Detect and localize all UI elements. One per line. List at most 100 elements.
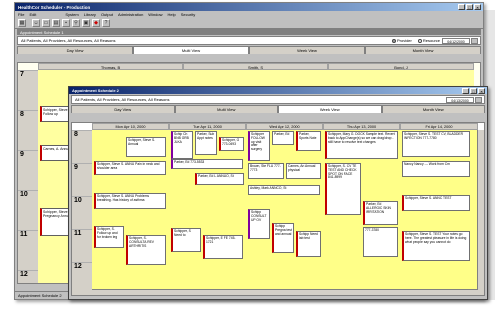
date-field[interactable]: 04/12/2000 (442, 38, 470, 44)
appointment-block[interactable]: Schipp Pregna test and annual (272, 223, 294, 253)
schedule-1-filter[interactable]: All Patients, All Providers, All Resourc… (17, 36, 481, 45)
hour-label: 10 (20, 191, 28, 198)
appointment-block[interactable]: Ashley, Mark ANNCO, St (248, 185, 320, 195)
provider-header: Bond, J (328, 63, 474, 70)
time-column: 8 9 10 11 12 (72, 130, 93, 295)
resource-option[interactable]: Resource (417, 38, 440, 43)
tab-day-view[interactable]: Day View (71, 105, 175, 113)
appointment-block[interactable]: Schipper, Steve S. TEST Your notes go he… (402, 231, 470, 261)
menu-library[interactable]: Library (84, 12, 96, 17)
tab-multi-view[interactable]: Multi View (133, 46, 249, 54)
window-controls: _ □ × (458, 4, 481, 10)
appointment-block[interactable]: Schipper, G 773-0493 (219, 137, 244, 151)
schedule-icon[interactable]: ▣ (82, 19, 90, 27)
hour-label: 12 (20, 271, 28, 278)
appointment-block[interactable]: Schip Ch BNB GRB JLKA (171, 131, 193, 159)
day-header[interactable]: Tue Apr 11, 2000 (169, 123, 246, 130)
appointment-block[interactable]: Schipper, Steve S. ANNC TEST (402, 195, 470, 211)
open-icon[interactable]: ▭ (42, 19, 50, 27)
provider-option[interactable]: Provider (391, 38, 412, 43)
time-column: 7 8 9 10 11 12 (18, 70, 39, 283)
find-icon[interactable]: ⚲ (72, 19, 80, 27)
tab-week-view[interactable]: Week View (249, 46, 365, 54)
menu-security[interactable]: Security (181, 12, 195, 17)
appointment-block[interactable]: Parker, Ed L ANNUO, St (195, 173, 244, 185)
tab-multi-view[interactable]: Multi View (174, 105, 278, 113)
provider-label: Provider (396, 38, 412, 43)
appointment-block[interactable]: Schipper, S. Follow up and for broken le… (94, 226, 124, 248)
menu-window[interactable]: Window (148, 12, 162, 17)
appointment-block[interactable]: Schipper, S. CV TE TEST AND CHECK SPOT O… (325, 163, 361, 215)
menu-output[interactable]: Output (101, 12, 113, 17)
schedule-2-title: Appointment Schedule 2 (72, 88, 119, 93)
menu-administration[interactable]: Administration (118, 12, 143, 17)
appointment-block[interactable]: Brown, Ste FLU 777-7773 (248, 163, 284, 179)
tab-month-view[interactable]: Month View (381, 105, 485, 113)
appointment-block[interactable]: Schipper, S Need to (171, 228, 201, 252)
maximize-button[interactable]: □ (470, 88, 477, 94)
hour-label: 9 (20, 151, 24, 158)
schedule-1-title: Appointment Schedule 1 (20, 29, 64, 35)
save-icon[interactable]: ▪ (62, 19, 70, 27)
patient-icon[interactable]: ☺ (32, 19, 40, 27)
day-header[interactable]: Fri Apr 14, 2000 (400, 123, 478, 130)
calendar-picker-icon[interactable] (471, 38, 478, 44)
hour-label: 10 (74, 197, 82, 204)
appointment-block[interactable]: Parker, Ed ALLERGIC SKIN IRRITATION (363, 201, 398, 225)
appointment-block[interactable]: Schipper, Mary G. DOCK Sample text. Reve… (325, 131, 398, 159)
appointment-block[interactable]: Schipper, S. CONSULTA REV ARTHRITIS (126, 235, 166, 265)
appointment-block[interactable]: Nancy Nancy --- Work from Cm (402, 161, 470, 177)
radio-icon (391, 38, 396, 43)
day-header[interactable]: Mon Apr 10, 2000 (92, 123, 169, 130)
appointment-block[interactable]: Schipp CONSULT UP OV (248, 209, 270, 239)
filter-text: All Patients, All Providers, All Resourc… (75, 97, 170, 102)
vertical-scrollbar[interactable] (477, 130, 484, 295)
schedule-2-titlebar: Appointment Schedule 2 _ □ × (69, 87, 487, 94)
appointment-block[interactable]: Schipp Need lab test (296, 231, 321, 257)
appointment-block[interactable]: Schipper FOLLOW up visit after surgery (248, 131, 270, 161)
menu-system[interactable]: System (65, 12, 78, 17)
time-slot: 11 (18, 230, 38, 271)
filter-text: All Patients, All Providers, All Resourc… (21, 38, 116, 43)
calendar-icon[interactable]: ▦ (18, 19, 26, 27)
appointment-block[interactable]: Parker, Ed 773-5533 (171, 159, 243, 169)
schedule-1-tabs: Day View Multi View Week View Month View (17, 46, 481, 54)
appointment-schedule-2-window: Appointment Schedule 2 _ □ × All Patient… (68, 86, 488, 300)
calendar-picker-icon[interactable] (475, 97, 482, 103)
minimize-button[interactable]: _ (458, 4, 465, 10)
week-grid: 8 9 10 11 12 Mon Apr 10, 2000 Tue Apr 11… (71, 122, 485, 296)
tab-month-view[interactable]: Month View (365, 46, 481, 54)
date-field[interactable]: 04/13/2000 (446, 97, 474, 103)
color-icon[interactable]: ◆ (92, 19, 100, 27)
appointment-block[interactable]: Parker, Ed (272, 131, 294, 145)
horizontal-scrollbar[interactable] (92, 289, 478, 295)
print-icon[interactable]: ▤ (52, 19, 60, 27)
menu-help[interactable]: Help (168, 12, 176, 17)
maximize-button[interactable]: □ (466, 4, 473, 10)
appointment-block[interactable]: Parker, Sports Note (296, 131, 321, 151)
appointment-block[interactable]: Schipper, Steve S. TEST CV, BLADDER INFE… (402, 131, 470, 157)
tab-week-view[interactable]: Week View (278, 105, 382, 113)
appointment-block[interactable]: Schipper, Steve S. ANNU Problems breathi… (94, 193, 166, 209)
menu-file[interactable]: File (18, 12, 24, 17)
hour-label: 12 (74, 263, 82, 270)
minimize-button[interactable]: _ (462, 88, 469, 94)
time-slot: 12 (72, 262, 92, 295)
appointment-block[interactable]: Schipper, Steve S. ANNU Pain in neck and… (94, 161, 166, 175)
day-header[interactable]: Thu Apr 13, 2000 (323, 123, 400, 130)
appointment-block[interactable]: Carnes, An Annual physical (286, 163, 321, 179)
close-button[interactable]: × (474, 4, 481, 10)
appointment-block[interactable]: Schipper, E FE 745-1721 (203, 235, 243, 259)
close-button[interactable]: × (478, 88, 485, 94)
day-header[interactable]: Wed Apr 12, 2000 (246, 123, 323, 130)
appointment-block[interactable]: Schipper, Steve S. Annual (126, 137, 166, 157)
appointment-block[interactable]: Parker, Sub Appt notes (195, 131, 217, 155)
appointment-block[interactable]: 777-3780 (363, 227, 398, 257)
resource-label: Resource (422, 38, 440, 43)
hour-label: 11 (74, 230, 82, 237)
schedule-2-filter[interactable]: All Patients, All Providers, All Resourc… (71, 95, 485, 104)
menu-edit[interactable]: Edit (29, 12, 36, 17)
help-icon[interactable]: ? (102, 19, 110, 27)
tab-day-view[interactable]: Day View (17, 46, 133, 54)
time-slot: 7 (18, 70, 38, 111)
